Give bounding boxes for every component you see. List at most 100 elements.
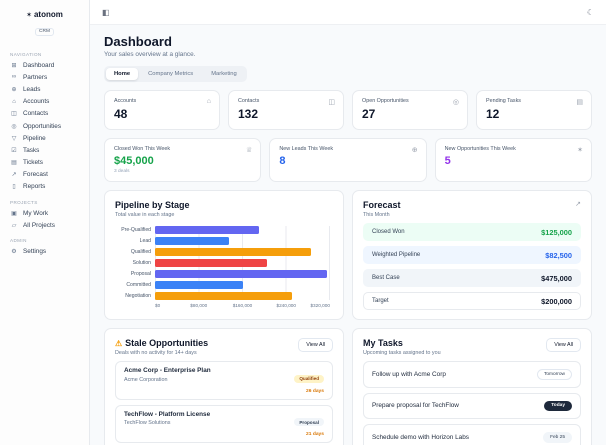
sidebar-item-tasks[interactable]: ☑ Tasks	[0, 144, 89, 156]
chart-track	[155, 292, 330, 300]
tasks-view-all-button[interactable]: View All	[546, 338, 581, 352]
task-item-schedule-demo-horizon[interactable]: Schedule demo with Horizon Labs Feb 25	[363, 424, 581, 445]
chart-category-label: Negotiation	[125, 293, 151, 299]
sidebar-item-opportunities[interactable]: ◎ Opportunities	[0, 120, 89, 132]
brand-mark-icon: ✶	[26, 11, 32, 19]
sidebar-item-label: Pipeline	[23, 134, 46, 142]
chart-track	[155, 259, 330, 267]
sidebar-item-accounts[interactable]: ⌂ Accounts	[0, 96, 89, 108]
forecast-label: Best Case	[372, 275, 400, 281]
sidebar-item-reports[interactable]: ▯ Reports	[0, 181, 89, 193]
sidebar-item-label: Dashboard	[23, 61, 55, 69]
tab-company-metrics[interactable]: Company Metrics	[140, 68, 201, 80]
stat-card-contacts: Contacts 132 ◫	[228, 90, 344, 130]
chart-bar-qualified	[155, 248, 311, 256]
tab-marketing[interactable]: Marketing	[203, 68, 244, 80]
stat-value: 132	[238, 107, 259, 121]
sidebar-item-label: Forecast	[23, 171, 48, 179]
sidebar-item-my-work[interactable]: ▣ My Work	[0, 207, 89, 219]
brand-logo: ✶ atonom CRM	[0, 7, 89, 45]
card-closed-won-week: Closed Won This Week $45,000 3 deals ♕	[104, 138, 262, 182]
my-tasks-panel: My Tasks Upcoming tasks assigned to you …	[352, 328, 592, 445]
forecast-value: $82,500	[545, 250, 572, 260]
stale-item-techflow[interactable]: TechFlow - Platform License TechFlow Sol…	[115, 404, 333, 443]
theme-toggle-icon[interactable]: ☾	[587, 8, 594, 17]
stat-label: Contacts	[238, 98, 260, 104]
stale-days: 26 days	[306, 388, 324, 394]
main-area: ◧ ☾ Dashboard Your sales overview at a g…	[90, 0, 606, 445]
card-new-opportunities-week: New Opportunities This Week 5 ✶	[434, 138, 592, 182]
dashboard-content: Dashboard Your sales overview at a glanc…	[90, 25, 606, 445]
settings-icon: ⚙	[11, 249, 17, 256]
warning-triangle-icon: ⚠	[115, 338, 123, 348]
trophy-icon: ♕	[246, 147, 253, 154]
sidebar-item-forecast[interactable]: ↗ Forecast	[0, 169, 89, 181]
card-value: 5	[444, 155, 451, 167]
chart-row: Solution	[115, 259, 333, 267]
stale-panel-title: ⚠ Stale Opportunities	[115, 338, 208, 348]
forecast-row-closed-won: Closed Won $125,000	[363, 223, 581, 241]
stat-cards-row: Accounts 48 ⌂ Contacts 132 ◫ Open Opport…	[104, 90, 592, 130]
chart-bar-proposal	[155, 270, 328, 278]
sidebar-item-tickets[interactable]: ▤ Tickets	[0, 157, 89, 169]
card-value: 8	[279, 155, 286, 167]
opportunity-company: TechFlow Solutions	[124, 420, 171, 426]
brand-sub-badge: CRM	[35, 27, 54, 36]
sidebar-item-label: My Work	[23, 209, 49, 217]
pipeline-bar-chart: Pre-Qualified Lead Qualified Solution Propos…	[115, 226, 333, 310]
stale-panel-subtitle: Deals with no activity for 14+ days	[115, 350, 197, 356]
stale-opportunities-panel: ⚠ Stale Opportunities Deals with no acti…	[104, 328, 344, 445]
pipeline-icon: ▽	[11, 135, 17, 142]
forecast-icon: ↗	[11, 172, 17, 179]
chart-tick-label: $320,000	[310, 303, 330, 308]
sidebar-item-settings[interactable]: ⚙ Settings	[0, 245, 89, 257]
chart-bar-negotiation	[155, 292, 292, 300]
card-label: New Opportunities This Week	[444, 146, 516, 152]
tab-home[interactable]: Home	[106, 68, 139, 80]
chart-category-label: Committed	[126, 282, 151, 288]
stage-badge: Proposal	[294, 418, 324, 426]
chart-bar-lead	[155, 237, 229, 245]
all-projects-icon: ▱	[11, 222, 17, 229]
sidebar-item-label: Partners	[23, 73, 48, 81]
pipeline-chart-rows: Pre-Qualified Lead Qualified Solution Propos…	[115, 226, 333, 300]
chart-x-axis-ticks: $0 $80,000 $160,000 $240,000 $320,000	[155, 303, 330, 310]
leads-icon: ⊕	[11, 86, 17, 93]
task-item-follow-up-acme[interactable]: Follow up with Acme Corp Tomorrow	[363, 361, 581, 388]
chart-row: Committed	[115, 281, 333, 289]
chart-category-label: Proposal	[130, 271, 151, 277]
stat-label: Accounts	[114, 98, 137, 104]
stale-item-acme[interactable]: Acme Corp - Enterprise Plan Acme Corpora…	[115, 361, 333, 400]
chart-bar-pre-qualified	[155, 226, 259, 234]
stat-value: 12	[486, 107, 500, 121]
middle-panels-row: Pipeline by Stage Total value in each st…	[104, 190, 592, 320]
sidebar-item-pipeline[interactable]: ▽ Pipeline	[0, 132, 89, 144]
topbar: ◧ ☾	[90, 0, 606, 25]
sparkle-icon: ✶	[577, 147, 583, 154]
chart-category-label: Qualified	[130, 249, 151, 255]
chart-category-label: Solution	[132, 260, 151, 266]
chart-row: Negotiation	[115, 292, 333, 300]
brand-name: atonom	[33, 10, 63, 19]
stale-view-all-button[interactable]: View All	[298, 338, 333, 352]
chart-bar-committed	[155, 281, 243, 289]
sidebar-toggle-icon[interactable]: ◧	[102, 8, 110, 17]
chart-row: Proposal	[115, 270, 333, 278]
task-item-prepare-proposal-techflow[interactable]: Prepare proposal for TechFlow Today	[363, 392, 581, 420]
chart-track	[155, 281, 330, 289]
card-label: New Leads This Week	[279, 146, 334, 152]
stat-card-pending-tasks: Pending Tasks 12 ▤	[476, 90, 592, 130]
sidebar-item-partners[interactable]: ∞ Partners	[0, 71, 89, 83]
task-name: Prepare proposal for TechFlow	[372, 402, 459, 410]
chart-row: Pre-Qualified	[115, 226, 333, 234]
sidebar-item-leads[interactable]: ⊕ Leads	[0, 83, 89, 95]
card-sub: 3 deals	[114, 169, 130, 174]
task-due-badge: Tomorrow	[536, 369, 572, 380]
sidebar-item-all-projects[interactable]: ▱ All Projects	[0, 219, 89, 231]
stale-days: 21 days	[306, 432, 324, 437]
sidebar-item-contacts[interactable]: ◫ Contacts	[0, 108, 89, 120]
people-icon: ◫	[328, 99, 335, 106]
sidebar-item-dashboard[interactable]: ⊞ Dashboard	[0, 59, 89, 71]
chart-bar-solution	[155, 259, 268, 267]
target-icon: ◎	[452, 99, 459, 106]
